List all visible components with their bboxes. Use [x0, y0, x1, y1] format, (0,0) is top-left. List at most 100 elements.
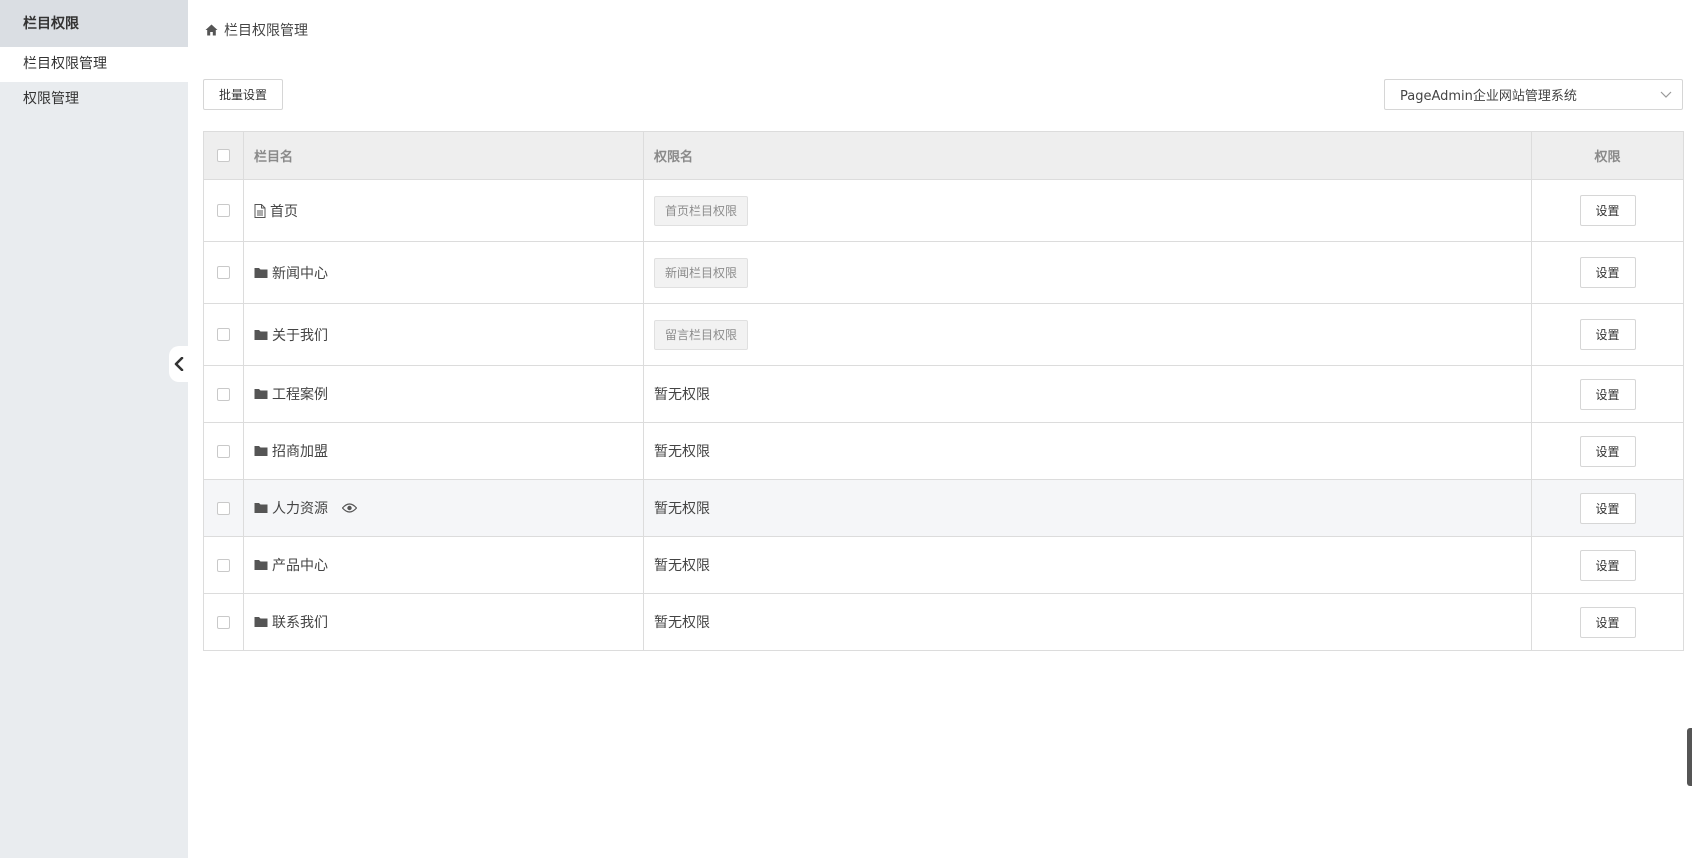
- perm-text: 暂无权限: [654, 444, 710, 460]
- perm-action-cell: 设置: [1531, 593, 1684, 651]
- sidebar-collapse-button[interactable]: [169, 346, 189, 382]
- perm-text: 暂无权限: [654, 387, 710, 403]
- row-checkbox-cell: [203, 241, 244, 304]
- folder-icon: [254, 267, 268, 279]
- site-select[interactable]: PageAdmin企业网站管理系统: [1384, 79, 1683, 110]
- folder-icon: [254, 445, 268, 457]
- breadcrumb: 栏目权限管理: [205, 20, 308, 40]
- perm-text: 暂无权限: [654, 501, 710, 517]
- row-checkbox-cell: [203, 365, 244, 423]
- column-name: 招商加盟: [272, 444, 328, 460]
- perm-text: 暂无权限: [654, 558, 710, 574]
- row-checkbox[interactable]: [217, 266, 230, 279]
- table-row: 产品中心 暂无权限 设置: [203, 536, 1684, 594]
- column-name: 联系我们: [272, 615, 328, 631]
- folder-icon: [254, 329, 268, 341]
- row-checkbox[interactable]: [217, 444, 230, 458]
- row-checkbox[interactable]: [217, 501, 230, 515]
- column-name-cell: 招商加盟: [243, 422, 644, 480]
- chevron-left-icon: [174, 357, 184, 371]
- column-name: 产品中心: [272, 558, 328, 574]
- column-header-perm: 权限: [1531, 131, 1684, 180]
- row-checkbox-cell: [203, 536, 244, 594]
- set-button[interactable]: 设置: [1579, 492, 1636, 524]
- perm-name-cell: 新闻栏目权限: [643, 241, 1532, 304]
- perm-action-cell: 设置: [1531, 536, 1684, 594]
- column-name: 新闻中心: [272, 265, 328, 282]
- set-button[interactable]: 设置: [1579, 378, 1636, 410]
- eye-icon[interactable]: [342, 503, 357, 513]
- row-checkbox-cell: [203, 422, 244, 480]
- set-button[interactable]: 设置: [1579, 319, 1636, 350]
- perm-action-cell: 设置: [1531, 422, 1684, 480]
- set-button[interactable]: 设置: [1579, 549, 1636, 581]
- permission-table: 栏目名 权限名 权限 首页 首页栏目权限 设置 新闻中心 新闻栏目权限 设置 关…: [203, 131, 1684, 651]
- table-header-row: 栏目名 权限名 权限: [203, 131, 1684, 180]
- folder-icon: [254, 502, 268, 514]
- site-select-value: PageAdmin企业网站管理系统: [1400, 89, 1577, 104]
- select-all-cell: [203, 131, 244, 180]
- perm-action-cell: 设置: [1531, 479, 1684, 537]
- row-checkbox-cell: [203, 593, 244, 651]
- column-name-cell: 新闻中心: [243, 241, 644, 304]
- row-checkbox[interactable]: [217, 387, 230, 401]
- sidebar-item-permission-management[interactable]: 权限管理: [0, 82, 188, 117]
- row-checkbox-cell: [203, 479, 244, 537]
- perm-tag[interactable]: 新闻栏目权限: [654, 257, 749, 288]
- table-row: 联系我们 暂无权限 设置: [203, 593, 1684, 651]
- folder-icon: [254, 616, 268, 628]
- select-all-checkbox[interactable]: [217, 149, 230, 162]
- home-icon: [205, 24, 218, 36]
- file-icon: [254, 203, 266, 218]
- table-row: 招商加盟 暂无权限 设置: [203, 422, 1684, 480]
- row-checkbox[interactable]: [217, 558, 230, 572]
- column-name: 人力资源: [272, 501, 328, 517]
- set-button[interactable]: 设置: [1579, 435, 1636, 467]
- perm-name-cell: 暂无权限: [643, 536, 1532, 594]
- folder-icon: [254, 559, 268, 571]
- perm-tag[interactable]: 首页栏目权限: [654, 195, 749, 226]
- column-header-name: 栏目名: [243, 131, 644, 180]
- scrollbar-handle[interactable]: [1687, 728, 1692, 786]
- perm-name-cell: 暂无权限: [643, 365, 1532, 423]
- sidebar-item-column-permission[interactable]: 栏目权限管理: [0, 47, 188, 82]
- perm-name-cell: 暂无权限: [643, 422, 1532, 480]
- folder-icon: [254, 388, 268, 400]
- table-row: 关于我们 留言栏目权限 设置: [203, 303, 1684, 366]
- set-button[interactable]: 设置: [1579, 606, 1636, 638]
- table-row: 人力资源 暂无权限 设置: [203, 479, 1684, 537]
- perm-action-cell: 设置: [1531, 179, 1684, 242]
- column-name-cell: 产品中心: [243, 536, 644, 594]
- perm-name-cell: 暂无权限: [643, 479, 1532, 537]
- chevron-down-icon: [1660, 91, 1672, 98]
- perm-action-cell: 设置: [1531, 241, 1684, 304]
- column-name-cell: 关于我们: [243, 303, 644, 366]
- perm-tag[interactable]: 留言栏目权限: [654, 319, 749, 350]
- perm-action-cell: 设置: [1531, 303, 1684, 366]
- row-checkbox-cell: [203, 303, 244, 366]
- set-button[interactable]: 设置: [1579, 195, 1636, 226]
- sidebar: 栏目权限 栏目权限管理 权限管理: [0, 0, 189, 858]
- column-name-cell: 工程案例: [243, 365, 644, 423]
- column-name: 工程案例: [272, 387, 328, 403]
- column-name-cell: 人力资源: [243, 479, 644, 537]
- column-name: 关于我们: [272, 327, 328, 344]
- perm-name-cell: 留言栏目权限: [643, 303, 1532, 366]
- set-button[interactable]: 设置: [1579, 257, 1636, 288]
- row-checkbox[interactable]: [217, 204, 230, 217]
- batch-set-button[interactable]: 批量设置: [203, 79, 283, 110]
- breadcrumb-label: 栏目权限管理: [224, 23, 308, 39]
- row-checkbox[interactable]: [217, 328, 230, 341]
- row-checkbox[interactable]: [217, 615, 230, 629]
- perm-name-cell: 暂无权限: [643, 593, 1532, 651]
- column-name-cell: 首页: [243, 179, 644, 242]
- table-row: 首页 首页栏目权限 设置: [203, 179, 1684, 242]
- perm-name-cell: 首页栏目权限: [643, 179, 1532, 242]
- column-name: 首页: [270, 203, 298, 220]
- table-row: 工程案例 暂无权限 设置: [203, 365, 1684, 423]
- perm-text: 暂无权限: [654, 615, 710, 631]
- column-header-perm-name: 权限名: [643, 131, 1532, 180]
- sidebar-title: 栏目权限: [0, 0, 188, 47]
- table-row: 新闻中心 新闻栏目权限 设置: [203, 241, 1684, 304]
- main-content: 栏目权限管理 批量设置 PageAdmin企业网站管理系统 栏目名 权限名 权限: [188, 0, 1692, 858]
